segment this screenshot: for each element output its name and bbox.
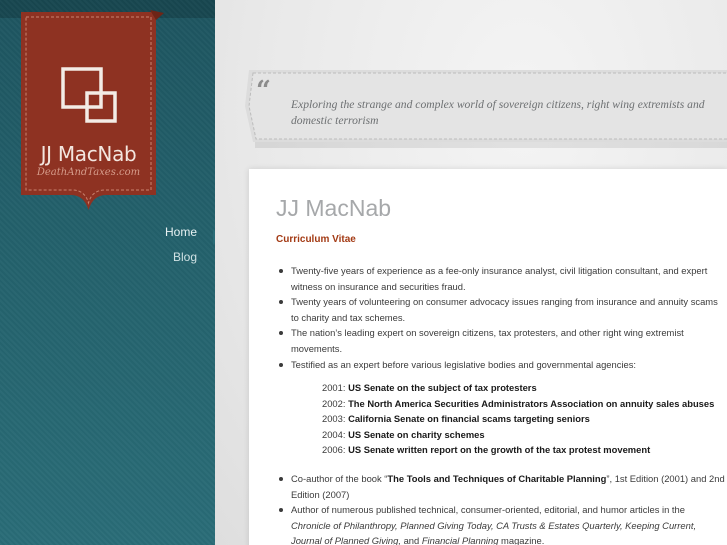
cv-list-continued: Co-author of the book “The Tools and Tec… <box>277 471 727 545</box>
author-mid: and <box>400 535 422 545</box>
main-area: “ Exploring the strange and complex worl… <box>215 0 727 545</box>
brand-ribbon[interactable]: JJ MacNab DeathAndTaxes.com <box>21 12 156 210</box>
list-item: Twenty years of volunteering on consumer… <box>277 294 727 325</box>
tagline-banner: “ Exploring the strange and complex worl… <box>245 68 727 148</box>
testimony-body: US Senate on the subject of tax proteste… <box>348 382 537 393</box>
publication-names: Chronicle of Philanthropy, Planned Givin… <box>291 519 697 531</box>
testimony-row: 2001: US Senate on the subject of tax pr… <box>322 380 722 396</box>
testimony-row: 2006: US Senate written report on the gr… <box>322 442 722 458</box>
publication-names: Financial Planning <box>421 535 499 545</box>
testimony-year: 2003: <box>322 413 346 425</box>
main-nav: Home Blog <box>165 225 197 275</box>
testimony-row: 2002: The North America Securities Admin… <box>322 396 722 412</box>
testimony-row: 2003: California Senate on financial sca… <box>322 411 722 427</box>
ribbon-fold-icon <box>150 10 164 20</box>
list-item: The nation’s leading expert on sovereign… <box>277 325 727 356</box>
testimony-list: 2001: US Senate on the subject of tax pr… <box>322 380 722 458</box>
list-item: Twenty-five years of experience as a fee… <box>277 263 727 294</box>
testimony-body: California Senate on financial scams tar… <box>348 413 590 425</box>
testimony-row: 2004: US Senate on charity schemes <box>322 427 722 443</box>
brand-name: JJ MacNab <box>40 142 137 166</box>
testimony-body: The North America Securities Administrat… <box>348 397 715 409</box>
site-tagline: Exploring the strange and complex world … <box>291 98 705 127</box>
sidebar: JJ MacNab DeathAndTaxes.com Home Blog <box>0 0 215 545</box>
testimony-body: US Senate written report on the growth o… <box>348 444 651 456</box>
testimony-body: US Senate on charity schemes <box>348 428 485 440</box>
testimony-year: 2006: <box>322 444 346 456</box>
testimony-year: 2002: <box>322 397 346 409</box>
brand-subtitle: DeathAndTaxes.com <box>36 167 141 178</box>
testimony-year: 2004: <box>322 428 346 440</box>
open-quote-icon: “ <box>256 76 271 106</box>
author-suffix: magazine. <box>498 535 545 545</box>
page-title: JJ MacNab <box>276 195 392 221</box>
coauthor-prefix: Co-author of the book “ <box>291 473 388 484</box>
cv-list: Twenty-five years of experience as a fee… <box>277 263 727 372</box>
list-item: Co-author of the book “The Tools and Tec… <box>277 471 727 502</box>
book-title-link[interactable]: The Tools and Techniques of Charitable P… <box>387 473 606 484</box>
logo-squares-icon <box>61 67 117 123</box>
nav-item-home[interactable]: Home <box>165 225 197 239</box>
testimony-year: 2001: <box>322 382 346 393</box>
publication-names: Journal of Planned Giving, <box>291 535 401 545</box>
author-prefix: Author of numerous published technical, … <box>291 504 685 516</box>
section-heading: Curriculum Vitae <box>276 234 356 245</box>
list-item: Author of numerous published technical, … <box>277 502 727 545</box>
nav-item-blog[interactable]: Blog <box>165 250 197 264</box>
list-item: Testified as an expert before various le… <box>277 357 727 373</box>
content-panel: JJ MacNab Curriculum Vitae Twenty-five y… <box>249 169 727 545</box>
